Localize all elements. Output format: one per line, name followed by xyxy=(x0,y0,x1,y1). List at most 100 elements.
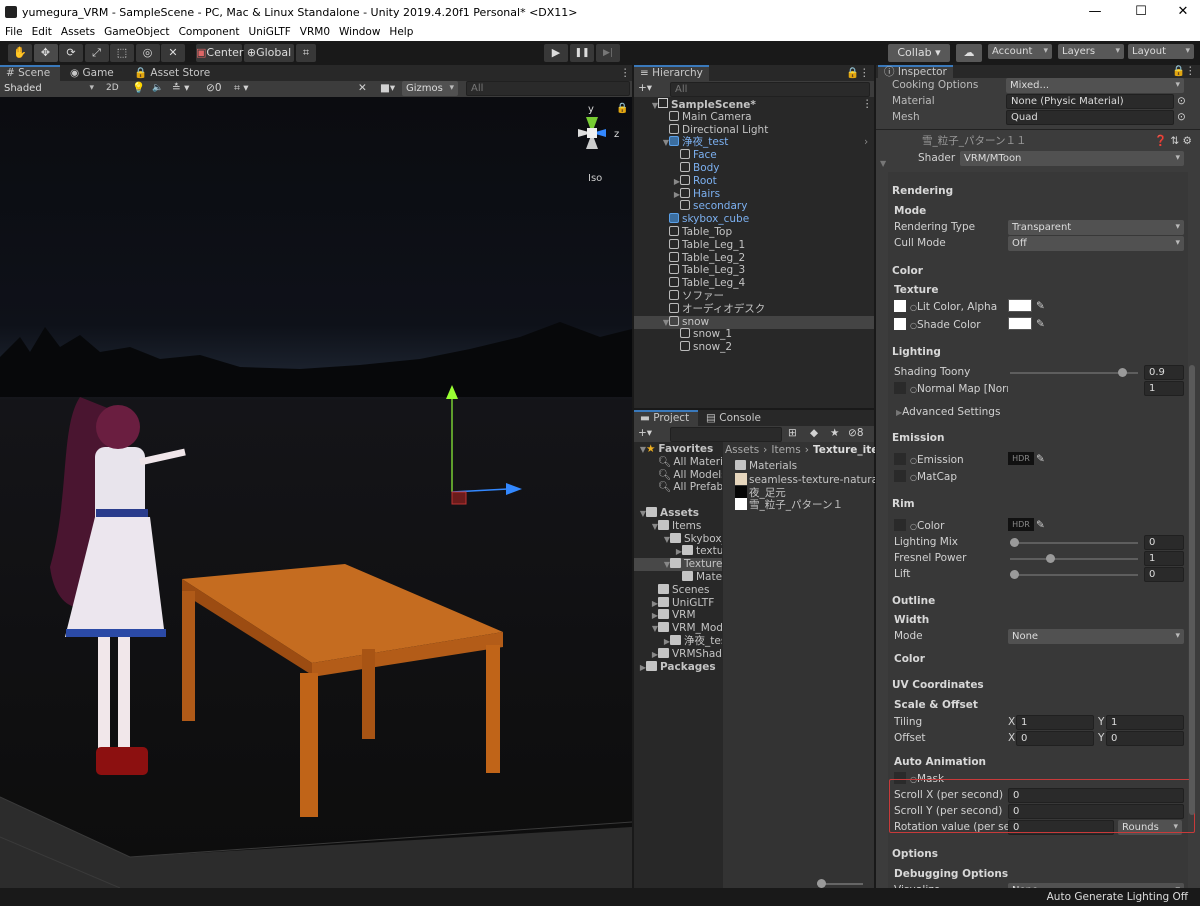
project-tree-item[interactable]: ▶ 浄夜_tes xyxy=(634,635,722,648)
project-file-item[interactable]: 夜_足元 xyxy=(735,485,875,499)
object-field[interactable]: None (Physic Material) xyxy=(1006,94,1174,109)
rect-tool-icon[interactable]: ⬚ xyxy=(110,44,134,62)
texture-slot[interactable] xyxy=(894,519,906,531)
hierarchy-item[interactable]: Table_Leg_4 xyxy=(634,277,874,290)
layers-dropdown[interactable]: Layers xyxy=(1058,44,1124,59)
move-tool-icon[interactable]: ✥ xyxy=(33,44,58,62)
menu-file[interactable]: File xyxy=(0,25,27,38)
hidden-packages-toggle[interactable]: ⊘8 xyxy=(848,427,864,440)
property-slider[interactable] xyxy=(1010,570,1138,579)
project-tree-item[interactable]: ▶ textur xyxy=(634,545,722,558)
slider-value-field[interactable]: 0.9 xyxy=(1144,365,1184,380)
hierarchy-item[interactable]: オーディオデスク xyxy=(634,302,874,316)
lock-icon[interactable]: 🔒⋮ xyxy=(840,65,876,81)
slider-value-field[interactable]: 1 xyxy=(1144,551,1184,566)
hierarchy-item[interactable]: ▼ snow xyxy=(634,315,874,329)
menu-vrm0[interactable]: VRM0 xyxy=(295,25,334,38)
step-button[interactable]: ▶| xyxy=(596,44,620,62)
scene-menu-icon[interactable]: ⋮ xyxy=(862,98,873,111)
maximize-button[interactable]: ☐ xyxy=(1126,4,1156,19)
foldout-arrow-icon[interactable]: ▼ xyxy=(880,157,886,170)
project-tree-item[interactable]: ▶ VRMShade xyxy=(634,647,722,661)
hierarchy-item[interactable]: Table_Top xyxy=(634,226,874,239)
texture-slot[interactable] xyxy=(894,453,906,465)
project-tree-item[interactable]: ▶ Packages xyxy=(634,660,722,674)
project-tree-item[interactable]: ▼ VRM_Mode xyxy=(634,622,722,635)
slider-handle[interactable] xyxy=(817,879,826,888)
slider-value-field[interactable]: 0 xyxy=(1144,567,1184,582)
hierarchy-item[interactable]: Directional Light xyxy=(634,123,874,137)
project-tree-item[interactable]: ▼ Assets xyxy=(634,507,722,520)
property-slider[interactable] xyxy=(1010,554,1138,563)
close-button[interactable]: ✕ xyxy=(1168,4,1198,19)
tab-hierarchy[interactable]: ≡ Hierarchy xyxy=(634,65,709,81)
texture-slot[interactable] xyxy=(894,470,906,482)
breadcrumb-item[interactable]: Items xyxy=(771,444,800,456)
rotate-tool-icon[interactable]: ⟳ xyxy=(59,44,83,62)
property-dropdown[interactable]: Transparent xyxy=(1008,220,1184,235)
project-tree-item[interactable]: ▼ Items xyxy=(634,519,722,533)
filter-type-icon[interactable]: ⊞ xyxy=(788,427,797,440)
hierarchy-item[interactable]: Main Camera xyxy=(634,110,874,124)
menu-help[interactable]: Help xyxy=(384,25,417,38)
eyedropper-icon[interactable]: ✎ xyxy=(1036,300,1045,313)
menu-edit[interactable]: Edit xyxy=(27,25,56,38)
slider-handle[interactable] xyxy=(1046,554,1055,563)
object-field[interactable]: Quad xyxy=(1006,110,1174,125)
hierarchy-item[interactable]: ▼ 浄夜_test xyxy=(634,136,874,149)
create-button[interactable]: +▾ xyxy=(638,427,652,440)
hierarchy-item[interactable]: Body xyxy=(634,162,874,175)
hdr-color-field[interactable]: HDR xyxy=(1008,518,1034,531)
lighting-toggle-icon[interactable]: 💡 xyxy=(132,82,145,95)
texture-slot[interactable] xyxy=(894,382,906,394)
menu-window[interactable]: Window xyxy=(334,25,384,38)
hierarchy-item[interactable]: skybox_cube xyxy=(634,213,874,226)
project-file-item[interactable]: Materials xyxy=(735,460,875,473)
projection-label[interactable]: Iso xyxy=(588,173,602,184)
menu-component[interactable]: Component xyxy=(174,25,244,38)
account-dropdown[interactable]: Account xyxy=(988,44,1052,59)
property-slider[interactable] xyxy=(1010,368,1138,377)
custom-tool-icon[interactable]: ✕ xyxy=(161,44,185,62)
eyedropper-icon[interactable]: ✎ xyxy=(1036,519,1045,532)
collab-button[interactable]: Collab ▾ xyxy=(888,44,950,62)
create-button[interactable]: +▾ xyxy=(638,82,652,95)
property-dropdown[interactable]: None xyxy=(1008,629,1184,644)
hidden-objects-toggle[interactable]: ⊘0 xyxy=(206,82,222,95)
hierarchy-item[interactable]: secondary xyxy=(634,200,874,213)
y-field[interactable]: 0 xyxy=(1106,731,1184,746)
menu-gameobject[interactable]: GameObject xyxy=(99,25,173,38)
hierarchy-item[interactable]: ▼ SampleScene* xyxy=(634,98,874,111)
x-field[interactable]: 0 xyxy=(1016,731,1094,746)
transform-tool-icon[interactable]: ◎ xyxy=(135,44,160,62)
expand-arrow-icon[interactable]: › xyxy=(864,136,868,149)
hierarchy-item[interactable]: ▶ Root xyxy=(634,174,874,188)
hierarchy-item[interactable]: Table_Leg_2 xyxy=(634,251,874,265)
hierarchy-item[interactable]: snow_2 xyxy=(634,341,874,354)
tab-asset-store[interactable]: 🔒 Asset Store xyxy=(128,65,216,81)
tab-project[interactable]: ▬ Project xyxy=(634,410,698,426)
slider-handle[interactable] xyxy=(1118,368,1127,377)
audio-toggle-icon[interactable]: 🔈 xyxy=(152,82,163,95)
breadcrumb-item[interactable]: Assets xyxy=(725,444,759,456)
tab-game[interactable]: ◉ Game xyxy=(64,65,120,81)
scene-search-input[interactable]: All xyxy=(466,81,630,96)
icon-size-slider[interactable] xyxy=(817,879,863,888)
eyedropper-icon[interactable]: ✎ xyxy=(1036,453,1045,466)
favorite-star-icon[interactable]: ★ xyxy=(830,427,839,440)
texture-slot[interactable] xyxy=(894,318,906,330)
object-picker-icon[interactable]: ⊙ xyxy=(1177,111,1186,124)
lock-icon[interactable]: 🔒 xyxy=(616,102,628,114)
inspector-scrollbar[interactable] xyxy=(1189,365,1195,815)
project-tree-item[interactable]: ▼ Skybox_ xyxy=(634,532,722,546)
slider-handle[interactable] xyxy=(1010,570,1019,579)
material-header-icons[interactable]: ❓ ⇅ ⚙ xyxy=(1154,135,1192,148)
eyedropper-icon[interactable]: ✎ xyxy=(1036,318,1045,331)
project-tree-item[interactable]: Mater xyxy=(634,571,722,584)
property-dropdown[interactable]: Off xyxy=(1008,236,1184,251)
slider-handle[interactable] xyxy=(1010,538,1019,547)
menu-assets[interactable]: Assets xyxy=(56,25,99,38)
grid-icon[interactable]: ⌗ ▾ xyxy=(234,82,249,95)
y-field[interactable]: 1 xyxy=(1106,715,1184,730)
hand-tool-icon[interactable]: ✋ xyxy=(8,44,32,62)
